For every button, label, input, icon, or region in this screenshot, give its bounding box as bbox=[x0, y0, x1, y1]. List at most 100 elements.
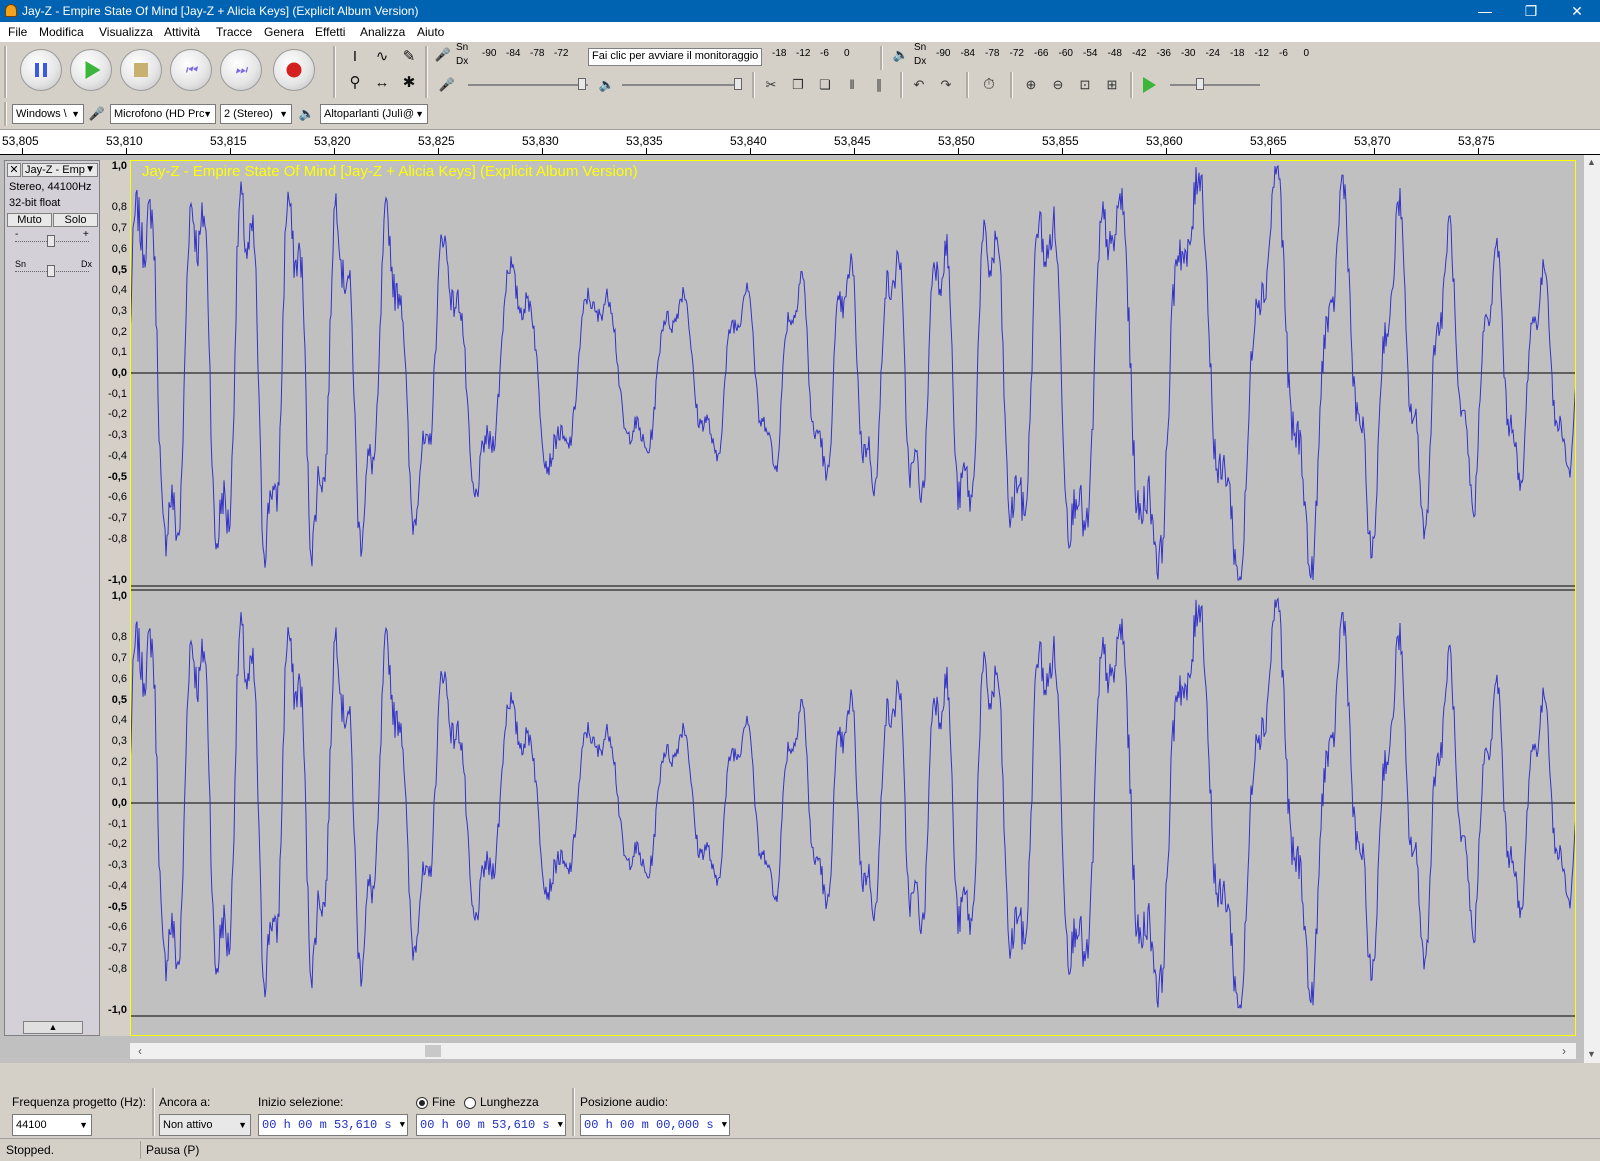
amplitude-label: -0,1 bbox=[108, 817, 127, 830]
gain-thumb[interactable] bbox=[47, 235, 55, 247]
close-button[interactable]: ✕ bbox=[1554, 0, 1600, 22]
ruler-tick bbox=[646, 148, 647, 154]
paste-icon[interactable]: ❏ bbox=[814, 74, 836, 96]
menu-bar: File Modifica Visualizza Attività Tracce… bbox=[0, 22, 1600, 42]
playback-volume-thumb[interactable] bbox=[734, 78, 742, 90]
scroll-right-icon[interactable]: › bbox=[1562, 1044, 1566, 1058]
collapse-track-button[interactable]: ▲ bbox=[23, 1021, 83, 1034]
end-format-chevron-icon[interactable]: ▼ bbox=[558, 1115, 563, 1135]
snap-select[interactable]: Non attivo ▼ bbox=[159, 1114, 251, 1136]
zoom-in-icon[interactable]: ⊕ bbox=[1020, 74, 1042, 96]
sync-lock-icon[interactable]: ⏱ bbox=[978, 74, 1000, 96]
menu-file[interactable]: File bbox=[8, 25, 27, 39]
menu-genera[interactable]: Genera bbox=[264, 25, 304, 39]
ruler-label: 53,875 bbox=[1458, 134, 1495, 148]
silence-icon[interactable]: ∥ bbox=[868, 74, 890, 96]
horizontal-scroll-thumb[interactable] bbox=[425, 1045, 441, 1057]
playback-volume-slider[interactable] bbox=[622, 84, 742, 86]
toolbar-sep bbox=[152, 1088, 155, 1136]
record-meter-prompt[interactable]: Fai clic per avviare il monitoraggio bbox=[588, 48, 763, 66]
position-format-chevron-icon[interactable]: ▼ bbox=[722, 1115, 727, 1135]
stop-button[interactable] bbox=[120, 49, 162, 91]
skip-start-button[interactable]: ⏮ bbox=[170, 49, 212, 91]
menu-effetti[interactable]: Effetti bbox=[315, 25, 345, 39]
ruler-tick bbox=[334, 148, 335, 154]
length-radio[interactable] bbox=[464, 1097, 476, 1109]
play-at-speed-icon[interactable] bbox=[1143, 77, 1156, 93]
ruler-tick bbox=[1270, 148, 1271, 154]
mute-button[interactable]: Muto bbox=[7, 213, 52, 227]
amplitude-ruler[interactable]: 1,0 0,8 0,7 0,6 0,5 0,4 0,3 0,2 0,1 0,0 -0,1 -0,2 -0… bbox=[100, 160, 130, 1036]
menu-visualizza[interactable]: Visualizza bbox=[99, 25, 153, 39]
play-meter-tick: -78 bbox=[985, 48, 1000, 59]
zoom-tool-icon[interactable]: ⚲ bbox=[343, 72, 367, 94]
status-bar: Stopped. Pausa (P) bbox=[0, 1138, 1600, 1161]
amplitude-label: 0,5 bbox=[111, 263, 127, 276]
ruler-label: 53,845 bbox=[834, 134, 871, 148]
play-button[interactable] bbox=[70, 49, 112, 91]
audio-position-label: Posizione audio: bbox=[580, 1095, 669, 1109]
audio-host-select[interactable]: Windows \ ▼ bbox=[12, 104, 84, 124]
record-meter-mic-icon[interactable]: 🎤 bbox=[432, 44, 454, 66]
play-speed-thumb[interactable] bbox=[1196, 78, 1204, 90]
play-speed-slider[interactable] bbox=[1170, 84, 1260, 86]
draw-tool-icon[interactable]: ✎ bbox=[397, 46, 421, 68]
mic-volume-slider[interactable] bbox=[468, 84, 588, 86]
status-divider bbox=[140, 1141, 141, 1159]
solo-button[interactable]: Solo bbox=[53, 213, 98, 227]
trim-icon[interactable]: ‖ bbox=[841, 74, 863, 96]
record-device-select[interactable]: Microfono (HD Prc ▼ bbox=[110, 104, 216, 124]
minimize-button[interactable]: — bbox=[1462, 0, 1508, 22]
play-meter-speaker-icon[interactable]: 🔈 bbox=[890, 44, 912, 66]
scroll-up-icon[interactable]: ▲ bbox=[1587, 157, 1596, 167]
selection-end-time[interactable]: 00 h 00 m 53,610 s ▼ bbox=[416, 1114, 566, 1136]
toolbar-sep bbox=[900, 72, 903, 98]
horizontal-scrollbar[interactable]: ‹ › bbox=[130, 1043, 1576, 1059]
timeline-ruler[interactable]: 53,805 53,810 53,815 53,820 53,825 53,830 53,8… bbox=[0, 130, 1600, 155]
audio-position-time[interactable]: 00 h 00 m 00,000 s ▼ bbox=[580, 1114, 730, 1136]
undo-icon[interactable]: ↶ bbox=[908, 74, 930, 96]
record-button[interactable] bbox=[273, 49, 315, 91]
track-close-button[interactable]: ✕ bbox=[7, 163, 21, 177]
envelope-tool-icon[interactable]: ∿ bbox=[370, 46, 394, 68]
waveform-track-title: Jay-Z - Empire State Of Mind [Jay-Z + Al… bbox=[142, 163, 638, 180]
playback-device-speaker-icon: 🔈 bbox=[298, 106, 316, 121]
maximize-button[interactable]: ❐ bbox=[1508, 0, 1554, 22]
menu-analizza[interactable]: Analizza bbox=[360, 25, 405, 39]
redo-icon[interactable]: ↷ bbox=[935, 74, 957, 96]
snap-label: Ancora a: bbox=[159, 1095, 211, 1109]
menu-aiuto[interactable]: Aiuto bbox=[417, 25, 444, 39]
timeshift-tool-icon[interactable]: ↔ bbox=[370, 72, 394, 94]
selection-start-time[interactable]: 00 h 00 m 53,610 s ▼ bbox=[258, 1114, 408, 1136]
channels-select[interactable]: 2 (Stereo) ▼ bbox=[220, 104, 292, 124]
selection-end-value: 00 h 00 m 53,610 s bbox=[420, 1118, 550, 1132]
audio-position-value: 00 h 00 m 00,000 s bbox=[584, 1118, 714, 1132]
pause-button[interactable] bbox=[20, 49, 62, 91]
fit-selection-icon[interactable]: ⊡ bbox=[1074, 74, 1096, 96]
start-format-chevron-icon[interactable]: ▼ bbox=[400, 1115, 405, 1135]
playback-device-select[interactable]: Altoparlanti (Julì@ ▼ bbox=[320, 104, 428, 124]
end-radio[interactable] bbox=[416, 1097, 428, 1109]
vertical-scrollbar[interactable]: ▲ ▼ bbox=[1584, 155, 1600, 1063]
track-menu-button[interactable]: Jay-Z - Emp ▼ bbox=[22, 163, 98, 177]
multi-tool-icon[interactable]: ✱ bbox=[397, 72, 421, 94]
waveform-svg[interactable] bbox=[130, 160, 1576, 1036]
cut-icon[interactable]: ✂ bbox=[760, 74, 782, 96]
play-meter[interactable]: -90 -84 -78 -72 -66 -60 -54 -48 -42 -36 -30 -24 -18-… bbox=[930, 46, 1340, 64]
menu-tracce[interactable]: Tracce bbox=[216, 25, 252, 39]
copy-icon[interactable]: ❐ bbox=[787, 74, 809, 96]
pan-thumb[interactable] bbox=[47, 265, 55, 277]
scroll-left-icon[interactable]: ‹ bbox=[138, 1044, 142, 1058]
project-rate-select[interactable]: 44100 ▼ bbox=[12, 1114, 92, 1136]
zoom-out-icon[interactable]: ⊖ bbox=[1047, 74, 1069, 96]
skip-end-button[interactable]: ⏭ bbox=[220, 49, 262, 91]
amplitude-label: 1,0 bbox=[111, 160, 127, 172]
fit-project-icon[interactable]: ⊞ bbox=[1101, 74, 1123, 96]
scroll-down-icon[interactable]: ▼ bbox=[1587, 1049, 1596, 1059]
waveform-area[interactable]: Jay-Z - Empire State Of Mind [Jay-Z + Al… bbox=[130, 160, 1576, 1036]
mic-volume-thumb[interactable] bbox=[578, 78, 586, 90]
selection-tool-icon[interactable]: I bbox=[343, 46, 367, 68]
menu-attivita[interactable]: Attività bbox=[164, 25, 200, 39]
menu-modifica[interactable]: Modifica bbox=[39, 25, 84, 39]
skip-end-icon: ⏭ bbox=[235, 62, 247, 77]
